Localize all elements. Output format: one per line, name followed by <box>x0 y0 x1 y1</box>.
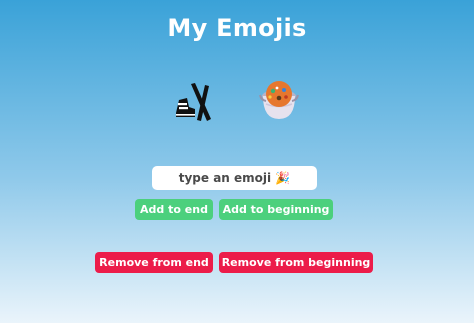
add-to-beginning-button[interactable]: Add to beginning <box>219 199 333 220</box>
ski-boot-icon <box>176 83 211 121</box>
remove-from-end-button[interactable]: Remove from end <box>95 252 213 273</box>
emoji-item <box>170 77 220 127</box>
page-title: My Emojis <box>167 14 307 42</box>
emoji-list <box>0 77 474 127</box>
add-to-end-button[interactable]: Add to end <box>135 199 213 220</box>
soup-bowl-icon <box>259 81 299 119</box>
emoji-item <box>254 77 304 127</box>
remove-from-beginning-button[interactable]: Remove from beginning <box>219 252 373 273</box>
emoji-app: My Emojis type an emoji 🎉 Add to end Add… <box>0 0 474 323</box>
emoji-input[interactable] <box>152 166 317 190</box>
